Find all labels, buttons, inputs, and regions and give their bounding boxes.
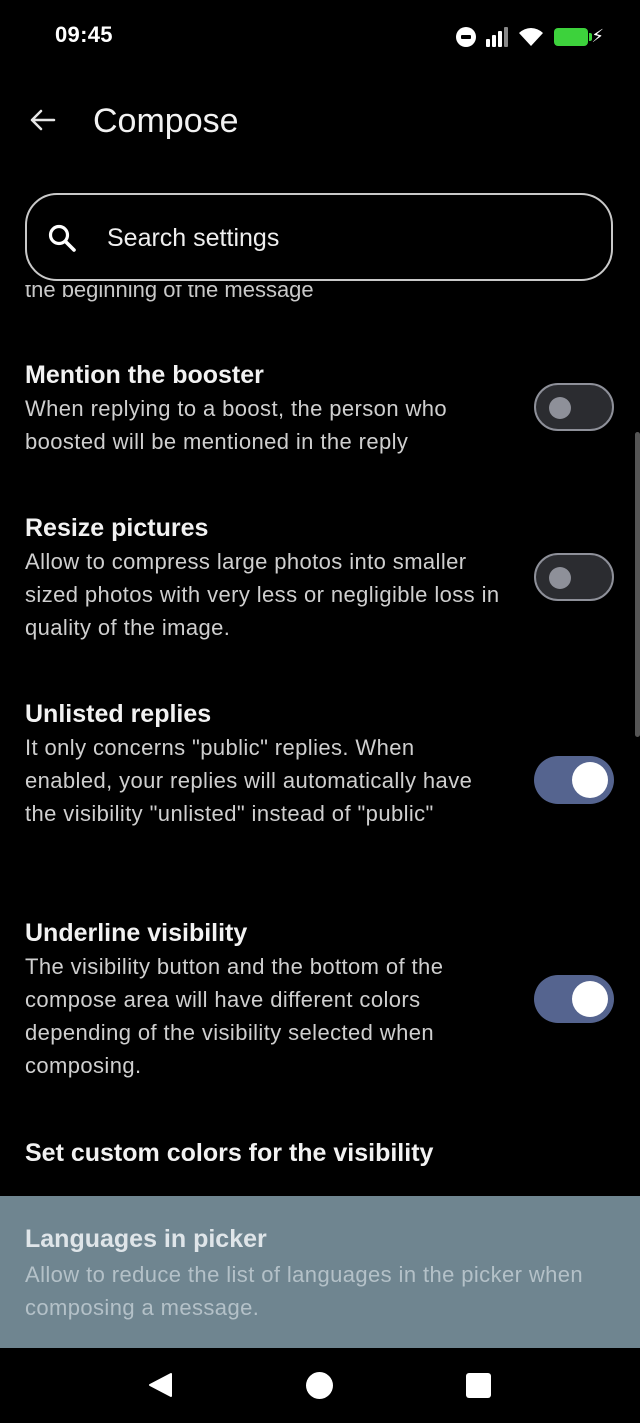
setting-title: Underline visibility <box>25 919 248 947</box>
app-bar: Compose <box>0 80 640 166</box>
page-title: Compose <box>93 102 239 140</box>
setting-description: The visibility button and the bottom of … <box>25 954 444 1078</box>
setting-description: When replying to a boost, the person who… <box>25 396 448 454</box>
setting-underline-visibility[interactable]: Underline visibility The visibility butt… <box>25 916 615 1082</box>
toggle-knob <box>549 567 571 589</box>
setting-title: Mention the booster <box>25 361 264 389</box>
setting-mention-booster[interactable]: Mention the booster When replying to a b… <box>25 358 615 458</box>
setting-title: Set custom colors for the visibility <box>25 1139 434 1167</box>
search-icon <box>48 224 76 252</box>
nav-home-icon[interactable] <box>306 1372 333 1399</box>
setting-description: Allow to reduce the list of languages in… <box>25 1262 584 1320</box>
setting-title: Languages in picker <box>25 1225 267 1253</box>
underline-visibility-toggle[interactable] <box>534 975 614 1023</box>
do-not-disturb-icon <box>456 27 476 47</box>
resize-pictures-toggle[interactable] <box>534 553 614 601</box>
back-arrow-icon[interactable] <box>26 104 58 136</box>
status-bar: 09:45 ⚡ <box>0 0 640 72</box>
unlisted-replies-toggle[interactable] <box>534 756 614 804</box>
setting-title: Unlisted replies <box>25 700 212 728</box>
scrollbar[interactable] <box>635 432 640 737</box>
setting-description: Allow to compress large photos into smal… <box>25 549 500 640</box>
nav-back-icon[interactable] <box>148 1372 174 1398</box>
setting-resize-pictures[interactable]: Resize pictures Allow to compress large … <box>25 511 615 644</box>
toggle-knob <box>549 397 571 419</box>
search-placeholder: Search settings <box>107 224 280 252</box>
status-time: 09:45 <box>55 22 113 47</box>
status-icons: ⚡ <box>456 24 604 50</box>
toggle-knob <box>572 762 608 798</box>
toggle-knob <box>572 981 608 1017</box>
wifi-icon <box>519 28 543 46</box>
battery-icon: ⚡ <box>554 26 604 46</box>
charging-icon: ⚡ <box>591 26 604 46</box>
setting-title: Resize pictures <box>25 514 209 542</box>
setting-unlisted-replies[interactable]: Unlisted replies It only concerns "publi… <box>25 697 615 830</box>
setting-custom-visibility-colors[interactable]: Set custom colors for the visibility <box>25 1136 615 1170</box>
search-input[interactable]: Search settings <box>25 193 613 281</box>
nav-recents-icon[interactable] <box>466 1373 491 1398</box>
setting-languages-in-picker[interactable]: Languages in picker Allow to reduce the … <box>0 1196 640 1348</box>
mention-booster-toggle[interactable] <box>534 383 614 431</box>
navigation-bar <box>0 1348 640 1423</box>
setting-description: It only concerns "public" replies. When … <box>25 735 473 826</box>
signal-icon <box>486 27 508 47</box>
